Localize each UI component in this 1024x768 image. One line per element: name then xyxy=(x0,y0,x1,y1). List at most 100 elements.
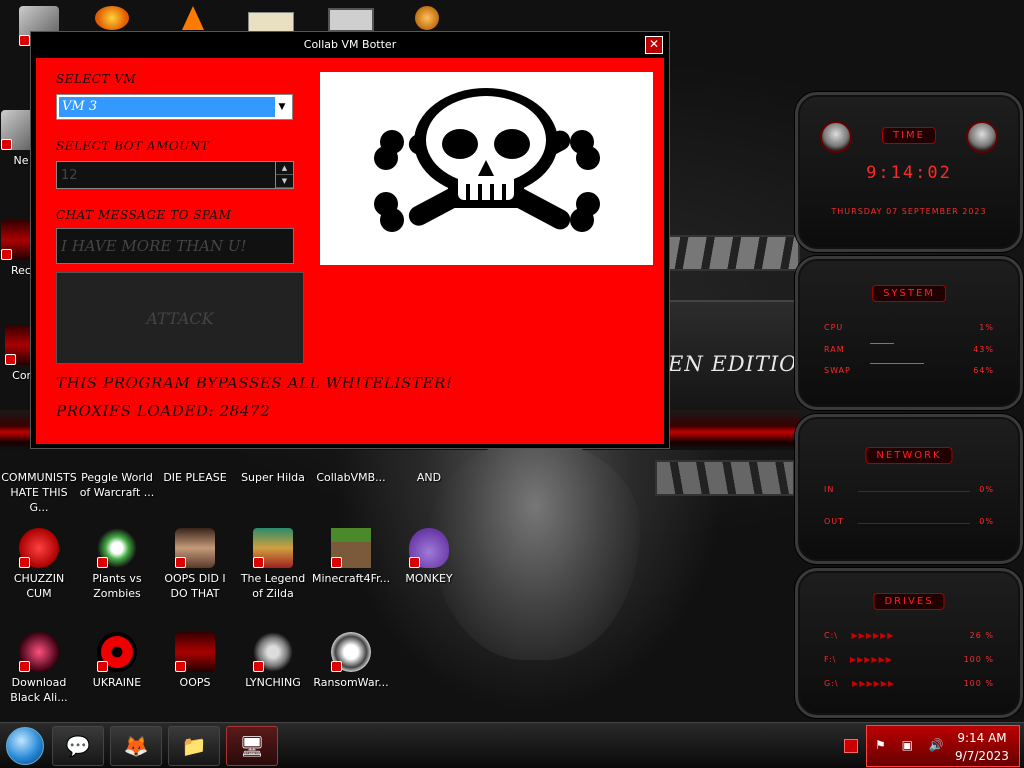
desktop-icon-label: Peggle World of Warcraft ... xyxy=(79,471,155,499)
desktop-icon-plants-vs-zombies[interactable]: Plants vs Zombies xyxy=(78,528,156,601)
desktop-icon-chuzzin[interactable]: CHUZZIN CUM xyxy=(0,528,78,601)
stepper-up-icon[interactable]: ▲ xyxy=(276,162,293,175)
cpu-usage-line xyxy=(870,343,894,344)
network-row-in: IN 0% xyxy=(824,485,994,494)
taskbar-chat-button[interactable]: 💬 xyxy=(52,726,104,766)
select-vm-dropdown[interactable]: VM 3 ▼ xyxy=(56,94,293,120)
vlc-desktop-icon[interactable] xyxy=(182,6,204,30)
network-in-graph xyxy=(858,491,970,492)
bot-amount-label: SELECT BOT AMOUNT xyxy=(56,139,210,153)
alien-head-icon xyxy=(820,121,852,153)
skull-crossbones-icon xyxy=(374,88,600,232)
flower-emblem-icon xyxy=(253,632,293,672)
select-vm-value: VM 3 xyxy=(59,97,275,117)
chat-message-field[interactable] xyxy=(56,228,294,264)
taskbar-date: 9/7/2023 xyxy=(955,749,1009,763)
drive-row-label: G:\ xyxy=(824,679,839,688)
taskbar-clock[interactable]: 9:14 AM 9/7/2023 xyxy=(949,729,1015,765)
desktop-icon-label: UKRAINE xyxy=(92,676,142,689)
window-desktop-icon[interactable] xyxy=(328,8,374,32)
desktop-icon-peggle[interactable]: Peggle World of Warcraft ... xyxy=(78,470,156,500)
window-titlebar[interactable]: Collab VM Botter ✕ xyxy=(31,32,669,58)
desktop-icon-ransomware[interactable]: RansomWar... xyxy=(312,632,390,690)
chat-icon: 💬 xyxy=(65,734,91,758)
system-gadget[interactable]: SYSTEM CPU 1% RAM 43% SWAP 64% xyxy=(795,256,1023,410)
desktop-icon-label: COMMUNISTS HATE THIS G... xyxy=(1,471,77,514)
network-row-label: OUT xyxy=(824,517,845,526)
time-gadget[interactable]: TIME 9:14:02 THURSDAY 07 SEPTEMBER 2023 xyxy=(795,92,1023,252)
drive-row-bar: ▶▶▶▶▶▶ xyxy=(852,679,896,688)
desktop-icon-ukraine[interactable]: UKRAINE xyxy=(78,632,156,690)
drive-row-f: F:\ ▶▶▶▶▶▶ 100 % xyxy=(824,655,994,664)
system-row-label: CPU xyxy=(824,323,844,332)
purple-monkey-icon xyxy=(409,528,449,568)
chat-message-label: CHAT MESSAGE TO SPAM xyxy=(56,208,232,222)
desktop-icon-legend-of-zilda[interactable]: The Legend of Zilda xyxy=(234,528,312,601)
network-gadget[interactable]: NETWORK IN 0% OUT 0% xyxy=(795,414,1023,564)
drive-row-g: G:\ ▶▶▶▶▶▶ 100 % xyxy=(824,679,994,688)
collab-vm-botter-window[interactable]: Collab VM Botter ✕ SELECT VM VM 3 ▼ SELE… xyxy=(30,31,670,449)
time-gadget-title: TIME xyxy=(881,127,937,144)
taskbar: 💬 🦊 📁 🖥 ⚑ ▣ 🔊 9:14 AM 9/7/2023 xyxy=(0,722,1024,768)
attack-button[interactable]: ATTACK xyxy=(56,272,304,364)
desktop-icon-oops-did-i[interactable]: OOPS DID I DO THAT xyxy=(156,528,234,601)
system-row-cpu: CPU 1% xyxy=(824,323,994,332)
drives-gadget-title: DRIVES xyxy=(873,593,945,610)
desktop-icon-label: DIE PLEASE xyxy=(163,471,227,484)
system-row-value: 1% xyxy=(979,323,994,332)
gadget-date: THURSDAY 07 SEPTEMBER 2023 xyxy=(831,207,987,216)
desktop-icon-collabvmb[interactable]: CollabVMB... xyxy=(312,470,390,485)
taskbar-firefox-button[interactable]: 🦊 xyxy=(110,726,162,766)
system-row-label: SWAP xyxy=(824,366,851,375)
ram-usage-line xyxy=(870,363,924,364)
desktop-icon-label: Minecraft4Fr... xyxy=(312,572,391,585)
desktop-icon-and[interactable]: AND xyxy=(390,470,468,485)
drive-row-label: F:\ xyxy=(824,655,837,664)
skull-ring-icon xyxy=(331,632,371,672)
desktop-icon-download-black-ali[interactable]: Download Black Ali... xyxy=(0,632,78,705)
desktop-icon-lynching[interactable]: LYNCHING xyxy=(234,632,312,690)
desktop-icon-super-hilda[interactable]: Super Hilda xyxy=(234,470,312,485)
gadget-clock: 9:14:02 xyxy=(866,163,952,183)
chat-message-input[interactable] xyxy=(57,229,293,263)
close-button[interactable]: ✕ xyxy=(645,36,663,54)
taskbar-botter-button[interactable]: 🖥 xyxy=(226,726,278,766)
desktop-icon-label: The Legend of Zilda xyxy=(240,572,306,600)
desktop-icon-label: OOPS DID I DO THAT xyxy=(164,572,226,600)
chevron-down-icon[interactable]: ▼ xyxy=(274,97,290,117)
drive-row-value: 100 % xyxy=(963,679,994,688)
taskbar-explorer-button[interactable]: 📁 xyxy=(168,726,220,766)
bot-amount-input[interactable] xyxy=(57,162,275,188)
desktop-icon-label: Plants vs Zombies xyxy=(92,572,142,600)
desktop-icon-label: CollabVMB... xyxy=(316,471,386,484)
stepper-down-icon[interactable]: ▼ xyxy=(276,175,293,188)
desktop-icon-label: CHUZZIN CUM xyxy=(13,572,65,600)
show-desktop-icon[interactable] xyxy=(844,739,858,753)
bot-amount-stepper[interactable]: ▲ ▼ xyxy=(56,161,294,189)
desktop-icon-die-please[interactable]: DIE PLEASE xyxy=(156,470,234,485)
drive-row-label: C:\ xyxy=(824,631,838,640)
desktop-icon-label: LYNCHING xyxy=(245,676,301,689)
close-icon: ✕ xyxy=(648,37,660,51)
desktop-icon-monkey[interactable]: MONKEY xyxy=(390,528,468,586)
skull-image-box xyxy=(320,72,653,265)
app-desktop-icon[interactable] xyxy=(248,12,294,32)
desktop-icon-oops[interactable]: OOPS xyxy=(156,632,234,690)
monitor-app-icon: 🖥 xyxy=(239,734,265,758)
desktop-icon-minecraft[interactable]: Minecraft4Fr... xyxy=(312,528,390,586)
desktop-icon-communists[interactable]: COMMUNISTS HATE THIS G... xyxy=(0,470,78,515)
network-out-graph xyxy=(858,523,970,524)
tray-icons[interactable]: ⚑ ▣ 🔊 xyxy=(875,738,950,752)
start-button[interactable] xyxy=(6,727,44,765)
firefox-desktop-icon[interactable] xyxy=(95,6,129,30)
zelda-icon xyxy=(253,528,293,568)
drive-row-bar: ▶▶▶▶▶▶ xyxy=(851,631,895,640)
drives-gadget[interactable]: DRIVES C:\ ▶▶▶▶▶▶ 26 % F:\ ▶▶▶▶▶▶ 100 % … xyxy=(795,568,1023,718)
network-row-label: IN xyxy=(824,485,835,494)
drive-row-bar: ▶▶▶▶▶▶ xyxy=(849,655,893,664)
orb-desktop-icon[interactable] xyxy=(415,6,439,30)
folder-icon: 📁 xyxy=(181,734,207,758)
network-row-out: OUT 0% xyxy=(824,517,994,526)
desktop-icon-label: AND xyxy=(416,471,442,484)
select-vm-label: SELECT VM xyxy=(56,72,137,86)
